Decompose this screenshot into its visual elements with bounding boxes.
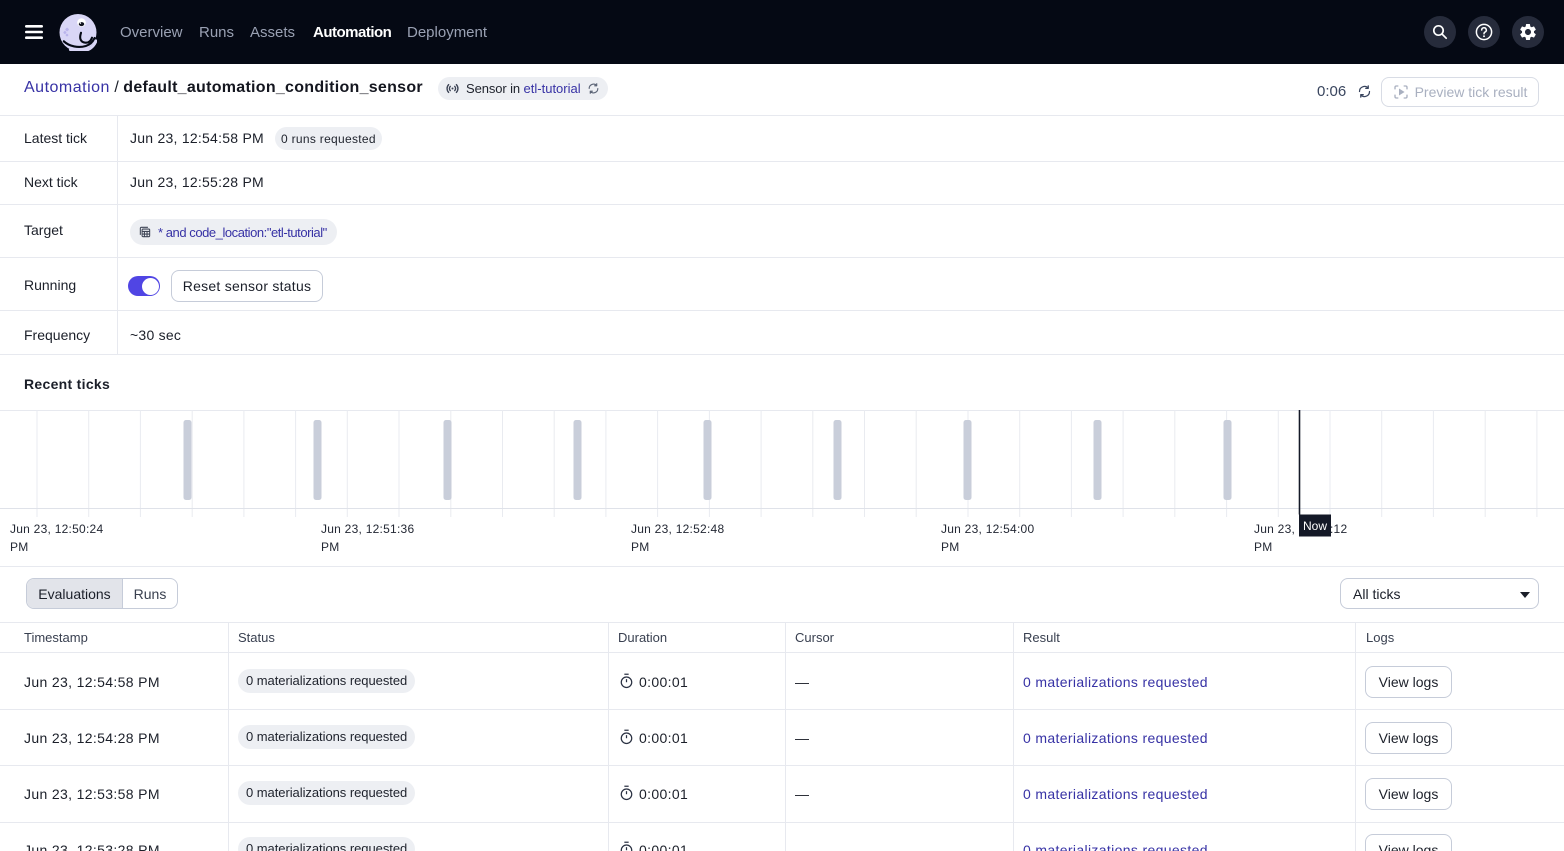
svg-text:Now: Now [1303, 519, 1327, 533]
